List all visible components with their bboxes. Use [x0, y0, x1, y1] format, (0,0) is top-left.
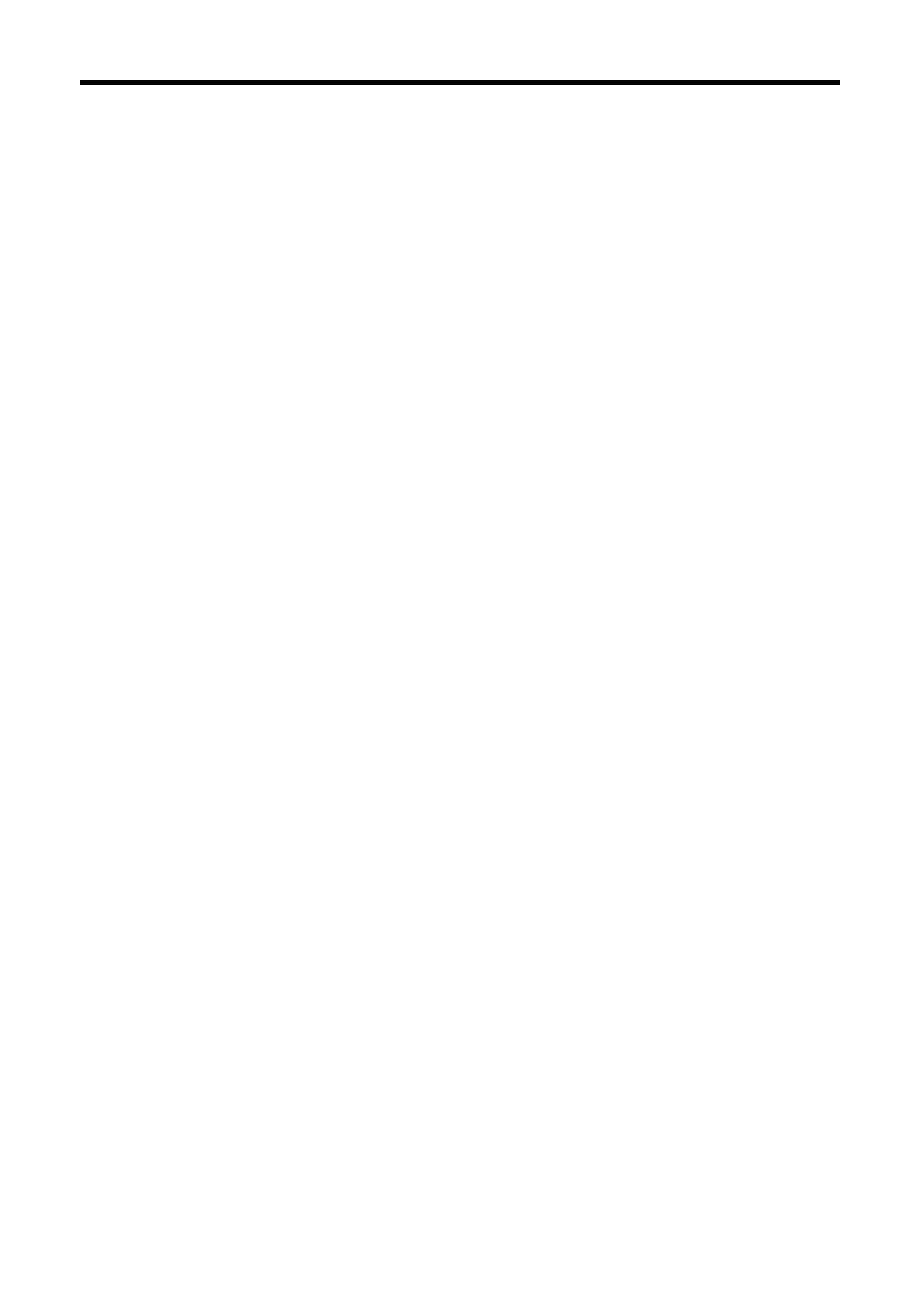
document-page [0, 0, 920, 199]
horizontal-rule [80, 80, 840, 85]
